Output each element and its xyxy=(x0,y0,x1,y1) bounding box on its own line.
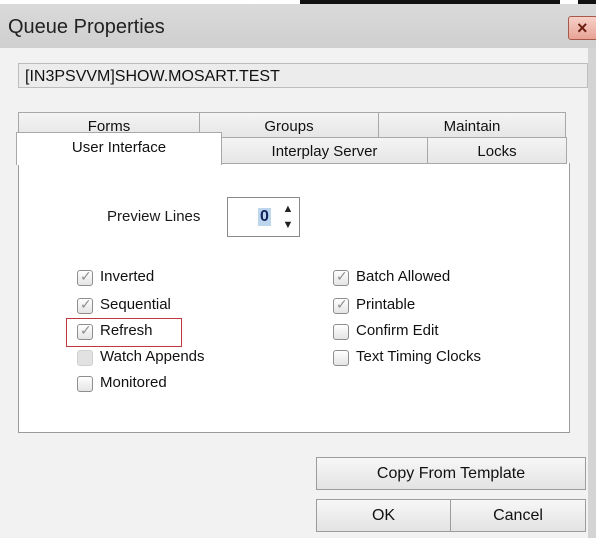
tab-groups[interactable]: Groups xyxy=(199,112,379,138)
tab-locks-label: Locks xyxy=(477,143,517,160)
window-title: Queue Properties xyxy=(8,16,165,38)
checkbox-empty-icon[interactable] xyxy=(77,350,93,366)
watch-appends-label: Watch Appends xyxy=(100,348,205,365)
refresh-label: Refresh xyxy=(100,322,153,339)
cancel-button[interactable]: Cancel xyxy=(450,499,586,532)
tab-interplay-server-label: Interplay Server xyxy=(271,143,378,160)
tab-locks[interactable]: Locks xyxy=(427,137,567,164)
tab-user-interface-label: User Interface xyxy=(71,139,167,156)
inverted-label: Inverted xyxy=(100,268,155,285)
monitored-label: Monitored xyxy=(100,374,167,391)
tab-interplay-server[interactable]: Interplay Server xyxy=(221,137,428,164)
checkmark-icon[interactable] xyxy=(77,296,93,314)
preview-lines-label: Preview Lines xyxy=(107,208,201,225)
text-timing-clocks-label: Text Timing Clocks xyxy=(356,348,482,365)
checkbox-empty-icon[interactable] xyxy=(77,376,93,392)
title-bar: Queue Properties xyxy=(0,4,596,48)
preview-lines-spinner[interactable]: 0 ▲ ▼ xyxy=(227,197,300,237)
tab-groups-label: Groups xyxy=(264,118,314,135)
batch-allowed-label: Batch Allowed xyxy=(356,268,451,285)
ok-button[interactable]: OK xyxy=(316,499,451,532)
tab-maintain[interactable]: Maintain xyxy=(378,112,566,138)
queue-properties-dialog: Queue Properties × [IN3PSVVM]SHOW.MOSART… xyxy=(0,0,596,538)
checkmark-icon[interactable] xyxy=(333,268,349,286)
checkbox-empty-icon[interactable] xyxy=(333,324,349,340)
tab-user-interface[interactable]: User Interface xyxy=(16,132,222,165)
queue-path-field[interactable]: [IN3PSVVM]SHOW.MOSART.TEST xyxy=(18,63,588,88)
checkmark-icon[interactable] xyxy=(77,322,93,340)
printable-label: Printable xyxy=(356,296,416,313)
confirm-edit-label: Confirm Edit xyxy=(356,322,439,339)
close-icon[interactable]: × xyxy=(568,16,596,40)
down-arrow-icon[interactable]: ▼ xyxy=(280,218,296,232)
window-right-edge xyxy=(588,48,596,538)
preview-lines-value[interactable]: 0 xyxy=(258,208,271,226)
copy-from-template-button[interactable]: Copy From Template xyxy=(316,457,586,490)
checkbox-empty-icon[interactable] xyxy=(333,350,349,366)
up-arrow-icon[interactable]: ▲ xyxy=(280,202,296,216)
checkmark-icon[interactable] xyxy=(333,296,349,314)
checkmark-icon[interactable] xyxy=(77,268,93,286)
sequential-label: Sequential xyxy=(100,296,171,313)
tab-maintain-label: Maintain xyxy=(443,118,501,135)
